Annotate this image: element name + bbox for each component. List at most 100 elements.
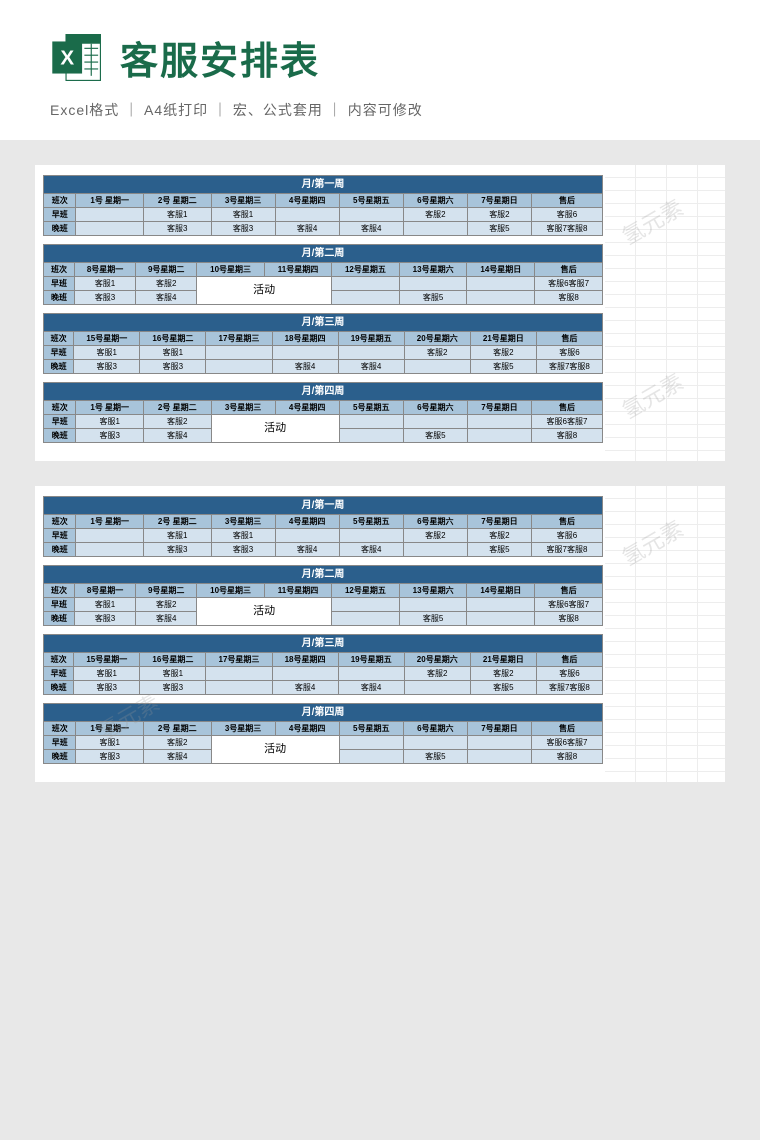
day-header: 7号星期日 [467,194,531,208]
week-title: 月/第三周 [44,635,603,653]
cell [275,208,339,222]
day-header: 3号星期三 [211,722,275,736]
cell: 客服5 [470,681,536,695]
shift-header: 班次 [44,584,75,598]
day-header: 2号 星期二 [143,722,211,736]
after-cell: 客服6客服7 [531,415,602,429]
activity-cell: 活动 [211,736,339,764]
day-header: 1号 星期一 [76,515,144,529]
cell: 客服2 [467,208,531,222]
cell: 客服4 [143,429,211,443]
day-header: 6号星期六 [403,515,467,529]
activity-cell: 活动 [211,415,339,443]
shift-label: 晚班 [44,750,76,764]
cell: 客服1 [140,667,206,681]
cell: 客服4 [339,543,403,557]
shift-header: 班次 [44,401,76,415]
week-table: 月/第二周班次8号星期一9号星期二10号星期三11号星期四12号星期五13号星期… [43,244,603,305]
preview-top: 氢元素 氢元素 月/第一周班次1号 星期一2号 星期二3号星期三4号星期四5号星… [35,165,725,461]
day-header: 15号星期一 [74,653,140,667]
day-header: 3号星期三 [211,194,275,208]
cell: 客服4 [275,222,339,236]
evening-row: 晚班客服3客服3客服4客服4客服5客服7客服8 [44,222,603,236]
cell [332,277,400,291]
day-header: 5号星期五 [339,722,403,736]
cell: 客服1 [211,208,275,222]
week-table: 月/第三周班次15号星期一16号星期二17号星期三18号星期四19号星期五20号… [43,313,603,374]
cell: 客服3 [211,222,275,236]
cell [403,222,467,236]
cell: 客服2 [136,277,197,291]
after-cell: 客服7客服8 [531,222,602,236]
after-header: 售后 [531,722,602,736]
after-cell: 客服8 [535,612,603,626]
cell [206,346,272,360]
day-header: 12号星期五 [332,263,400,277]
cell: 客服3 [143,222,211,236]
after-cell: 客服7客服8 [536,681,602,695]
cell [403,415,467,429]
cell: 客服4 [339,222,403,236]
shift-header: 班次 [44,332,74,346]
svg-text:X: X [60,46,74,69]
header: X 客服安排表 Excel格式 ｜ A4纸打印 ｜ 宏、公式套用 ｜ 内容可修改 [0,0,760,140]
excel-icon: X [50,30,105,85]
day-header: 19号星期五 [338,332,404,346]
cell [403,543,467,557]
shift-header: 班次 [44,263,75,277]
shift-header: 班次 [44,515,76,529]
cell [332,612,400,626]
day-header: 18号星期四 [272,332,338,346]
day-header: 15号星期一 [74,332,140,346]
cell: 客服1 [76,415,144,429]
day-header: 20号星期六 [404,332,470,346]
cell: 客服5 [399,612,467,626]
cell: 客服2 [136,598,197,612]
day-header: 12号星期五 [332,584,400,598]
day-header: 4号星期四 [275,194,339,208]
shift-label: 晚班 [44,612,75,626]
week-table: 月/第四周班次1号 星期一2号 星期二3号星期三4号星期四5号星期五6号星期六7… [43,382,603,443]
day-header: 1号 星期一 [76,194,144,208]
cell [338,346,404,360]
cell: 客服2 [143,736,211,750]
shift-label: 早班 [44,736,76,750]
cell: 客服2 [403,529,467,543]
cell [339,750,403,764]
cell: 客服1 [143,529,211,543]
week-title: 月/第一周 [44,176,603,194]
cell [467,429,531,443]
page-title: 客服安排表 [120,30,320,85]
header-row: 班次15号星期一16号星期二17号星期三18号星期四19号星期五20号星期六21… [44,653,603,667]
day-header: 20号星期六 [404,653,470,667]
morning-row: 早班客服1客服1客服2客服2客服6 [44,529,603,543]
after-header: 售后 [531,194,602,208]
day-header: 18号星期四 [272,653,338,667]
day-header: 5号星期五 [339,194,403,208]
activity-cell: 活动 [197,277,332,305]
week-table: 月/第二周班次8号星期一9号星期二10号星期三11号星期四12号星期五13号星期… [43,565,603,626]
week-table: 月/第一周班次1号 星期一2号 星期二3号星期三4号星期四5号星期五6号星期六7… [43,496,603,557]
evening-row: 晚班客服3客服3客服4客服4客服5客服7客服8 [44,360,603,374]
day-header: 2号 星期二 [143,401,211,415]
cell [467,750,531,764]
week-title: 月/第一周 [44,497,603,515]
cell: 客服2 [143,415,211,429]
cell: 客服4 [136,612,197,626]
cell: 客服3 [143,543,211,557]
cell: 客服3 [74,681,140,695]
day-header: 6号星期六 [403,722,467,736]
subtitle: Excel格式 ｜ A4纸打印 ｜ 宏、公式套用 ｜ 内容可修改 [50,100,710,120]
day-header: 17号星期三 [206,332,272,346]
shift-label: 晚班 [44,429,76,443]
week-title: 月/第四周 [44,704,603,722]
shift-label: 晚班 [44,681,74,695]
cell [206,360,272,374]
shift-label: 晚班 [44,291,75,305]
cell: 客服2 [404,346,470,360]
morning-row: 早班客服1客服2活动客服6客服7 [44,736,603,750]
shift-label: 早班 [44,415,76,429]
after-header: 售后 [535,263,603,277]
day-header: 19号星期五 [338,653,404,667]
header-row: 班次1号 星期一2号 星期二3号星期三4号星期四5号星期五6号星期六7号星期日售… [44,722,603,736]
